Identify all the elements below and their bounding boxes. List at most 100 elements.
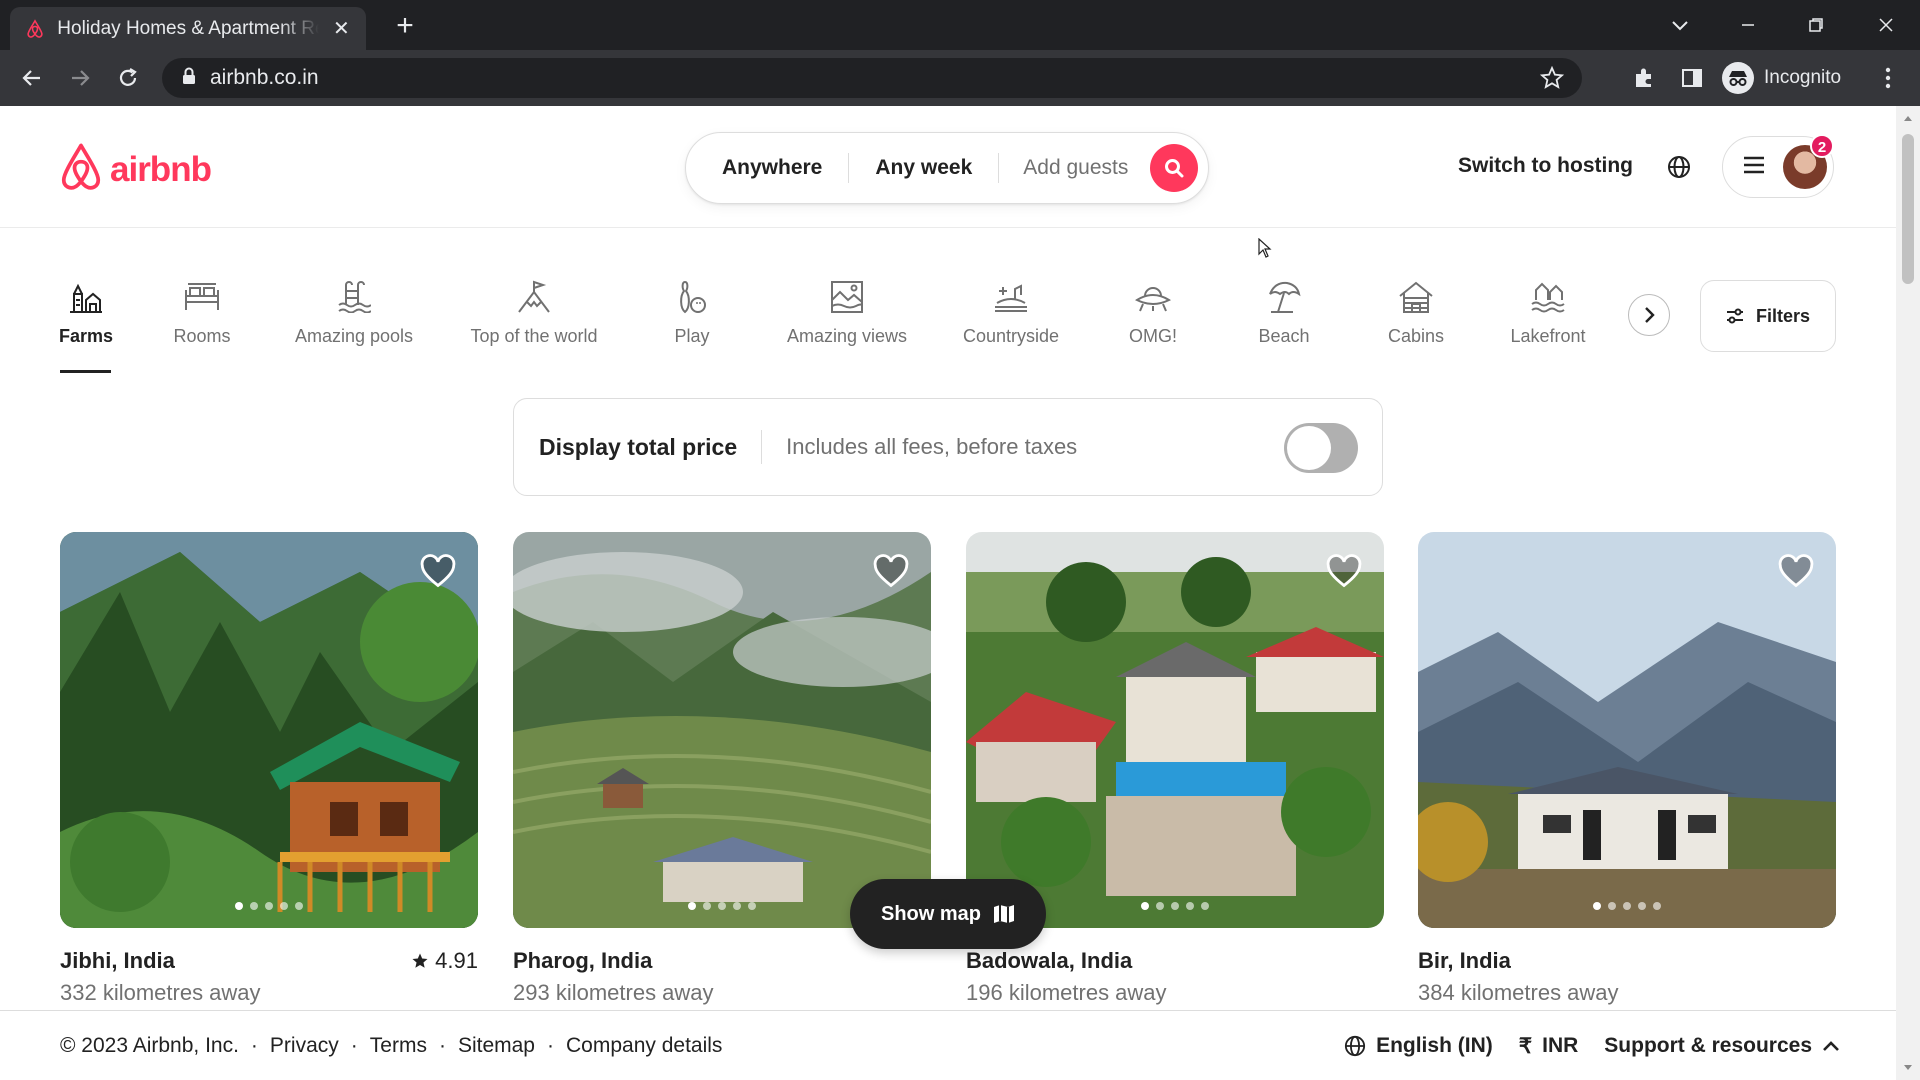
category-label: Cabins: [1387, 326, 1445, 346]
incognito-profile-button[interactable]: Incognito: [1722, 59, 1841, 97]
support-resources-button[interactable]: Support & resources: [1604, 1034, 1840, 1058]
incognito-label: Incognito: [1764, 67, 1842, 88]
currency-selector[interactable]: ₹ INR: [1519, 1034, 1579, 1059]
side-panel-icon[interactable]: [1676, 62, 1708, 94]
filters-label: Filters: [1755, 305, 1811, 326]
scroll-up-arrow-icon: [1904, 116, 1912, 121]
site-header: airbnb Anywhere Any week Add guests Swit…: [0, 106, 1896, 228]
heart-icon: [420, 554, 456, 588]
category-countryside[interactable]: Countryside: [958, 278, 1064, 347]
categories-next-button[interactable]: [1628, 294, 1670, 336]
language-globe-icon[interactable]: [1662, 150, 1696, 184]
listing-card[interactable]: Jibhi, India 4.91 332 kilometres away: [60, 532, 478, 1006]
page-scrollbar[interactable]: [1896, 106, 1920, 1080]
rupee-icon: ₹: [1518, 1034, 1533, 1058]
show-map-button[interactable]: Show map: [850, 879, 1046, 949]
restore-button[interactable]: [1796, 8, 1836, 42]
photo-carousel-dots: [60, 902, 478, 910]
tab-close-icon[interactable]: ✕: [331, 16, 352, 41]
listing-title: Badowala, India: [966, 948, 1133, 973]
search-icon: [1165, 159, 1184, 178]
hamburger-menu-icon: [1743, 156, 1765, 179]
listing-title: Jibhi, India: [60, 948, 175, 973]
search-any-week[interactable]: Any week: [849, 156, 998, 180]
category-beach[interactable]: Beach: [1256, 278, 1312, 347]
category-amazing-pools[interactable]: Amazing pools: [292, 278, 416, 347]
search-button[interactable]: [1150, 144, 1199, 192]
category-lakefront[interactable]: Lakefront: [1506, 278, 1590, 347]
globe-icon: [1344, 1035, 1366, 1057]
forward-arrow-icon[interactable]: [62, 60, 98, 96]
extensions-puzzle-icon[interactable]: [1628, 62, 1660, 94]
language-selector[interactable]: English (IN): [1344, 1034, 1493, 1058]
map-icon: [994, 905, 1014, 923]
browser-menu-kebab-icon[interactable]: [1872, 62, 1904, 94]
new-tab-button[interactable]: +: [388, 10, 422, 44]
ufo-icon: [1134, 278, 1172, 316]
farms-icon: [67, 278, 105, 316]
search-anywhere[interactable]: Anywhere: [722, 156, 848, 180]
active-category-underline: [60, 370, 111, 373]
category-play[interactable]: Play: [669, 278, 715, 347]
tab-search-chevron-icon[interactable]: [1660, 8, 1700, 42]
browser-tab[interactable]: Holiday Homes & Apartment Rentals - Airb…: [10, 7, 366, 50]
footer-link-company-details[interactable]: Company details: [566, 1034, 722, 1058]
display-total-price-title: Display total price: [539, 433, 738, 460]
listing-photo[interactable]: [1418, 532, 1836, 928]
category-omg[interactable]: OMG!: [1127, 278, 1179, 347]
category-cabins[interactable]: Cabins: [1386, 278, 1446, 347]
airbnb-favicon-icon: [24, 18, 45, 40]
mouse-pointer-icon: [1258, 238, 1272, 258]
footer: © 2023 Airbnb, Inc. · Privacy · Terms · …: [0, 1010, 1896, 1080]
category-label: Beach: [1258, 326, 1310, 346]
display-total-price-subtitle: Includes all fees, before taxes: [786, 434, 1078, 459]
reload-icon[interactable]: [110, 60, 146, 96]
countryside-icon: [992, 278, 1030, 316]
category-label: Play: [674, 326, 710, 346]
footer-link-sitemap[interactable]: Sitemap: [458, 1034, 535, 1058]
bookmark-star-icon[interactable]: [1539, 65, 1565, 95]
url-text: airbnb.co.in: [210, 66, 319, 89]
back-arrow-icon[interactable]: [14, 60, 50, 96]
listing-rating: 4.91: [411, 948, 478, 974]
address-bar[interactable]: airbnb.co.in: [162, 58, 1582, 98]
scroll-thumb[interactable]: [1902, 134, 1914, 284]
listing-card[interactable]: Bir, India 384 kilometres away: [1418, 532, 1836, 1006]
total-price-toggle[interactable]: [1284, 423, 1358, 473]
filters-button[interactable]: Filters: [1700, 280, 1836, 352]
category-top-of-the-world[interactable]: Top of the world: [466, 278, 602, 347]
currency-label: INR: [1542, 1034, 1579, 1057]
category-rooms[interactable]: Rooms: [172, 278, 232, 347]
views-icon: [828, 278, 866, 316]
listing-photo[interactable]: [513, 532, 931, 928]
listing-photo[interactable]: [60, 532, 478, 928]
category-farms[interactable]: Farms: [59, 278, 113, 347]
category-bar: Farms Rooms Amazing pools Top of the wor…: [0, 228, 1896, 378]
brand-wordmark: airbnb: [110, 149, 212, 189]
listing-distance: 384 kilometres away: [1418, 980, 1619, 1005]
category-label: Top of the world: [470, 326, 598, 346]
lakefront-icon: [1529, 278, 1567, 316]
listing-photo[interactable]: [966, 532, 1384, 928]
search-bar[interactable]: Anywhere Any week Add guests: [685, 132, 1209, 204]
switch-to-hosting-link[interactable]: Switch to hosting: [1458, 154, 1633, 178]
language-label: English (IN): [1376, 1034, 1493, 1057]
scroll-down-arrow-icon: [1904, 1065, 1912, 1070]
minimize-button[interactable]: [1728, 8, 1768, 42]
category-label: Lakefront: [1510, 326, 1586, 346]
close-window-button[interactable]: [1866, 8, 1906, 42]
star-icon: [412, 953, 428, 968]
listing-title: Pharog, India: [513, 948, 653, 973]
listing-distance: 196 kilometres away: [966, 980, 1167, 1005]
footer-link-terms[interactable]: Terms: [370, 1034, 427, 1058]
copyright: © 2023 Airbnb, Inc.: [60, 1033, 239, 1057]
heart-icon: [873, 554, 909, 588]
footer-link-privacy[interactable]: Privacy: [270, 1034, 339, 1058]
rating-value: 4.91: [435, 948, 478, 973]
search-add-guests[interactable]: Add guests: [999, 156, 1150, 180]
category-amazing-views[interactable]: Amazing views: [783, 278, 911, 347]
incognito-icon: [1722, 62, 1754, 94]
pool-icon: [335, 278, 373, 316]
bowling-icon: [673, 278, 711, 316]
airbnb-logo[interactable]: airbnb: [58, 142, 212, 197]
